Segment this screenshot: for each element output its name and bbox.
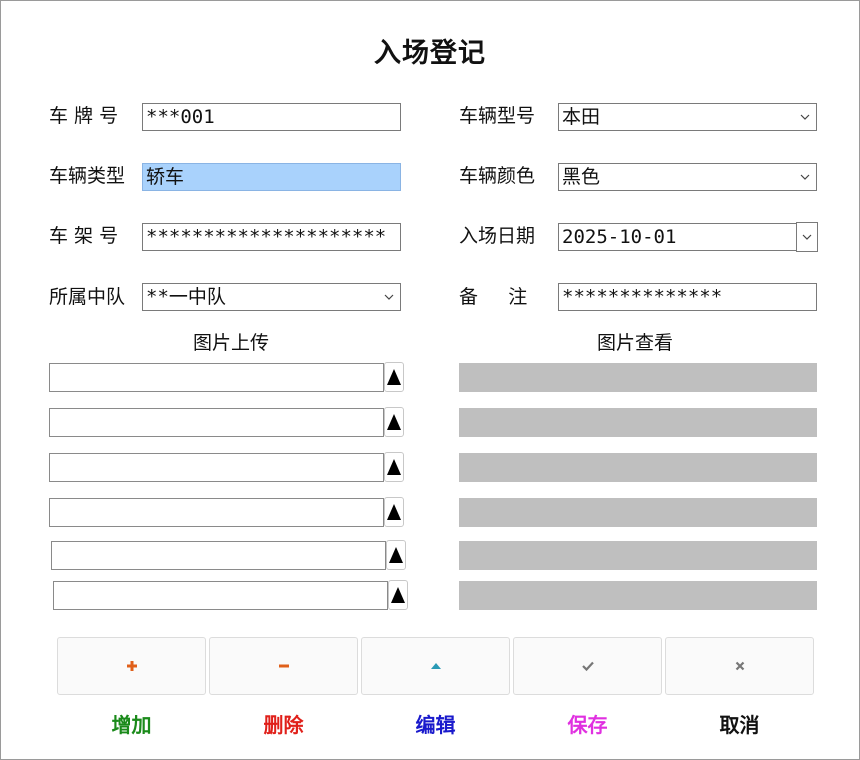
cancel-button[interactable] [665,637,814,695]
upload-icon [387,504,401,520]
upload-button[interactable] [388,580,408,610]
edit-label[interactable]: 编辑 [361,709,510,738]
type-input[interactable]: 轿车 [142,163,401,191]
image-preview[interactable] [459,581,817,610]
upload-icon [391,587,405,603]
color-label: 车辆颜色 [459,165,536,187]
chevron-down-icon [802,234,812,240]
upload-icon [387,369,401,385]
image-preview[interactable] [459,363,817,392]
close-icon [735,661,744,671]
delete-label[interactable]: 删除 [209,709,358,738]
plate-input[interactable]: ***001 [142,103,401,131]
image-preview[interactable] [459,408,817,437]
image-preview[interactable] [459,541,817,570]
plus-icon [126,661,137,671]
type-label: 车辆类型 [49,165,126,187]
upload-path-input[interactable] [49,408,384,437]
cancel-label[interactable]: 取消 [665,709,814,738]
date-picker-button[interactable] [796,222,818,252]
team-label: 所属中队 [49,286,126,308]
add-label[interactable]: 增加 [57,709,206,738]
team-select[interactable]: **一中队 [142,283,401,311]
add-button[interactable] [57,637,206,695]
team-select-value: **一中队 [146,286,226,308]
viewer-heading: 图片查看 [597,332,674,354]
color-select[interactable]: 黑色 [558,163,817,191]
date-input[interactable]: 2025-10-01 [558,223,797,251]
chevron-down-icon[interactable] [382,284,396,310]
minus-icon [278,664,289,668]
edit-button[interactable] [361,637,510,695]
upload-path-input[interactable] [49,453,384,482]
save-label[interactable]: 保存 [513,709,662,738]
upload-path-input[interactable] [49,363,384,392]
model-select[interactable]: 本田 [558,103,817,131]
upload-button[interactable] [384,497,404,527]
upload-icon [387,414,401,430]
frame-input[interactable]: ********************* [142,223,401,251]
entry-registration-window: 入场登记 车 牌 号 ***001 车辆型号 本田 车辆类型 轿车 车辆颜色 黑… [0,0,860,760]
model-select-value: 本田 [562,106,601,128]
chevron-down-icon[interactable] [798,104,812,130]
upload-path-input[interactable] [49,498,384,527]
upload-icon [387,459,401,475]
image-preview[interactable] [459,498,817,527]
upload-button[interactable] [384,407,404,437]
date-label: 入场日期 [459,225,536,247]
check-icon [581,661,594,672]
upload-path-input[interactable] [53,581,388,610]
upload-button[interactable] [384,452,404,482]
upload-button[interactable] [384,362,404,392]
chevron-down-icon[interactable] [798,164,812,190]
model-label: 车辆型号 [459,105,536,127]
triangle-up-icon [430,663,441,669]
remark-input[interactable]: ************** [558,283,817,311]
upload-icon [389,547,403,563]
plate-label: 车 牌 号 [49,105,119,127]
delete-button[interactable] [209,637,358,695]
upload-button[interactable] [386,540,406,570]
frame-label: 车 架 号 [49,225,119,247]
image-preview[interactable] [459,453,817,482]
remark-label: 备 注 [459,286,528,308]
color-select-value: 黑色 [562,166,601,188]
upload-heading: 图片上传 [193,332,270,354]
upload-path-input[interactable] [51,541,386,570]
save-button[interactable] [513,637,662,695]
page-title: 入场登记 [374,38,486,69]
